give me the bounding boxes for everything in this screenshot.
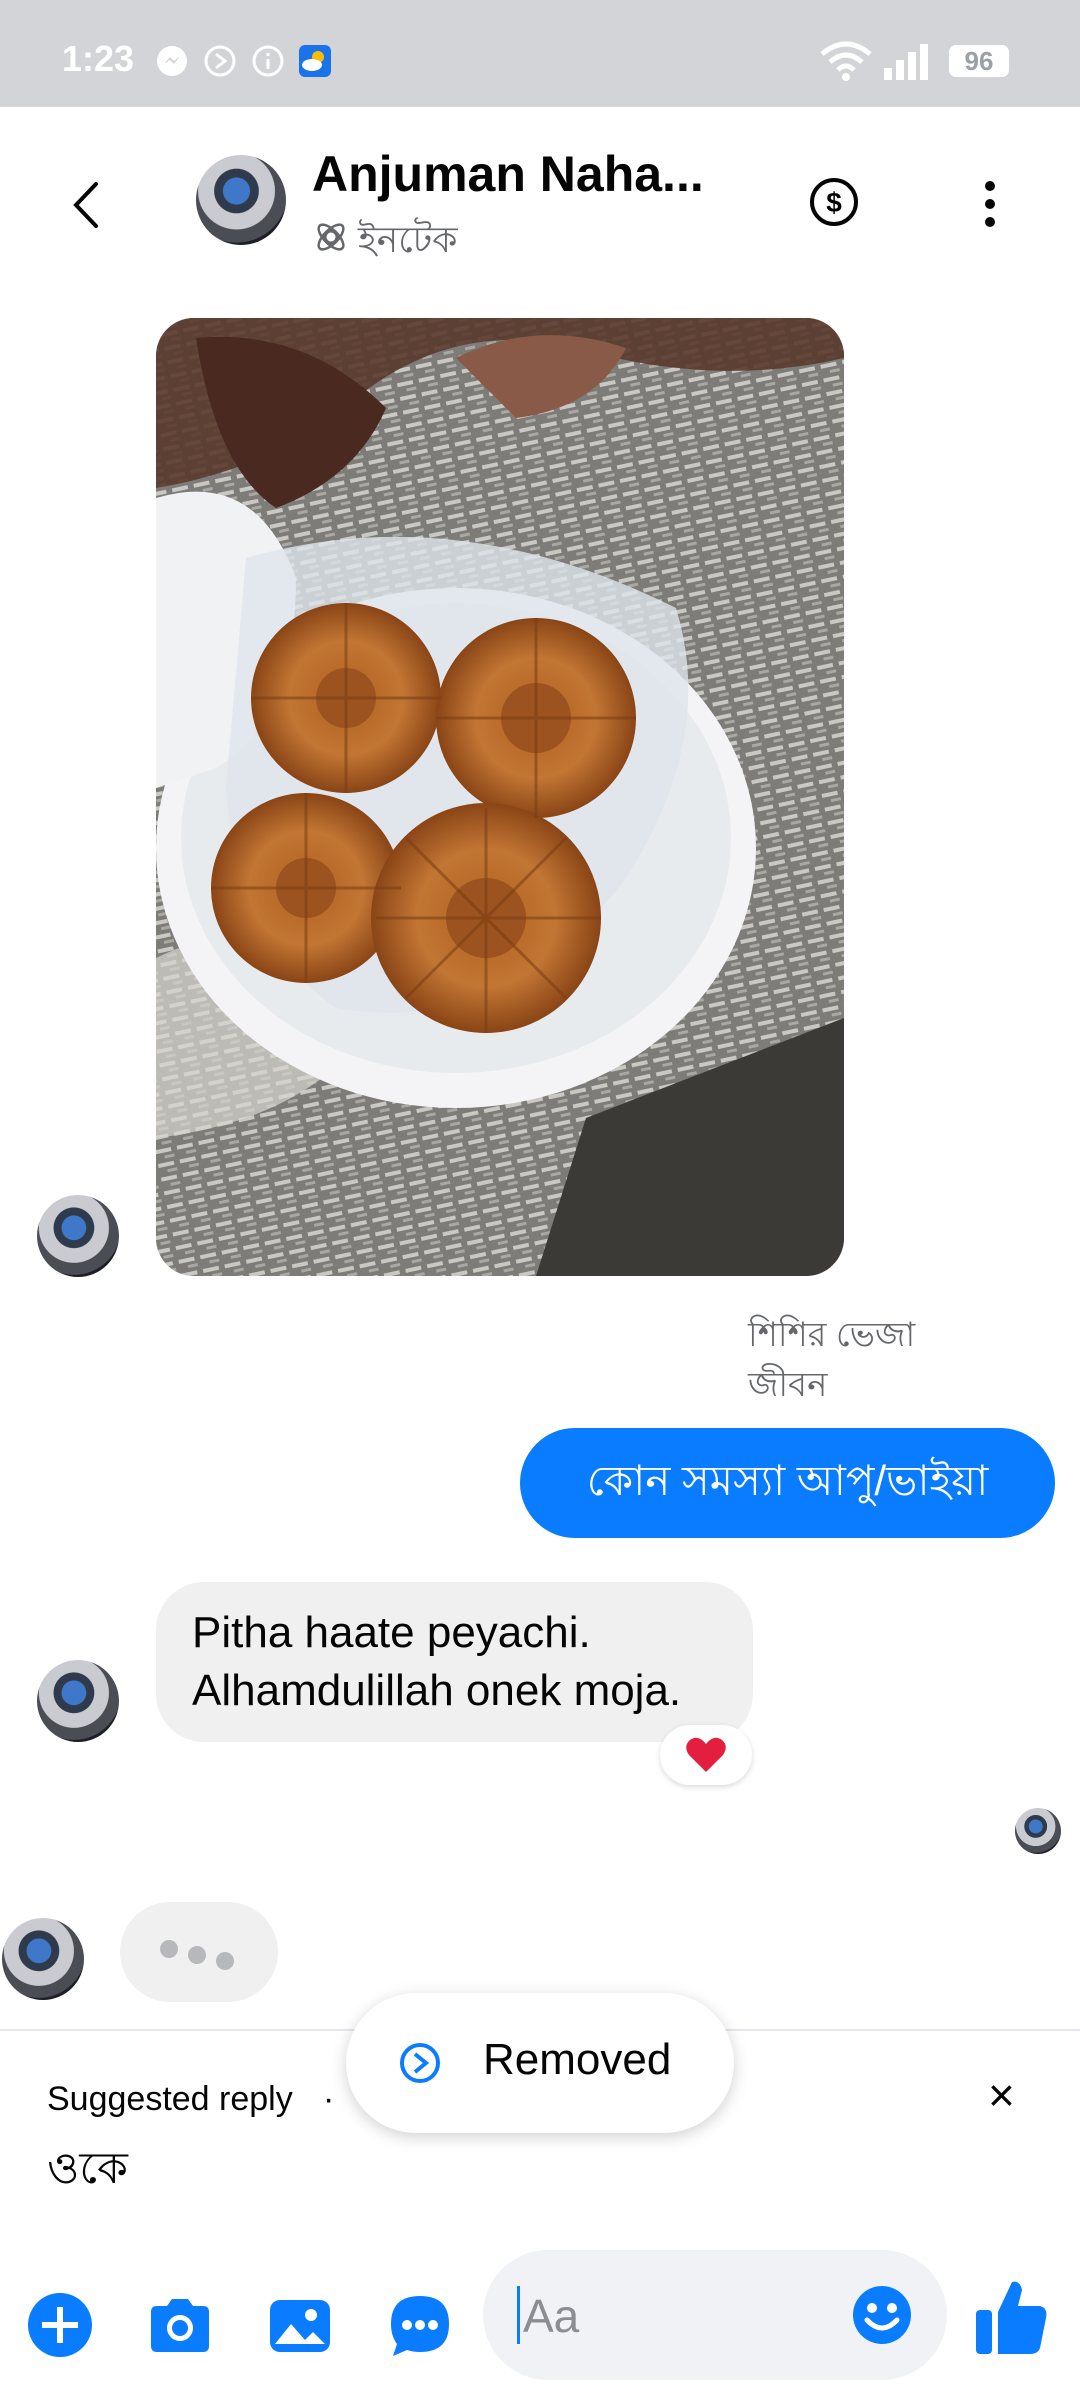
reply-caption: শিশির ভেজা জীবন (748, 1310, 915, 1410)
camera-icon[interactable] (145, 2290, 215, 2360)
weather-icon (299, 45, 331, 77)
svg-text:$: $ (826, 187, 842, 218)
suggested-reply-separator: · (323, 2080, 335, 2118)
unsend-icon (400, 2043, 440, 2083)
bubble-theme-icon (317, 223, 345, 251)
gallery-icon[interactable] (265, 2290, 335, 2360)
contact-subtitle: ইনটেক (358, 219, 458, 260)
received-line-1: Pitha haate peyachi. (192, 1608, 591, 1657)
toast-text: Removed (483, 2035, 672, 2084)
contact-avatar-small[interactable] (2, 1918, 84, 2000)
chat-apps-icon[interactable] (385, 2290, 455, 2360)
contact-avatar[interactable] (196, 155, 286, 245)
removed-toast: Removed (346, 1993, 734, 2133)
message-composer[interactable] (483, 2250, 947, 2380)
caption-line-2: জীবন (748, 1366, 828, 1404)
contact-avatar-small[interactable] (37, 1660, 119, 1742)
status-bar: 1:23 96 (0, 0, 1080, 107)
dollar-icon[interactable]: $ (808, 176, 860, 228)
contact-name[interactable]: Anjuman Naha... (312, 145, 704, 203)
caption-line-1: শিশির ভেজা (748, 1316, 916, 1354)
received-message-bubble[interactable]: Pitha haate peyachi. Alhamdulillah onek … (156, 1582, 753, 1742)
messenger-icon (157, 46, 187, 76)
signal-icon (884, 44, 928, 80)
suggested-reply-label: Suggested reply (47, 2080, 293, 2118)
contact-avatar-small[interactable] (37, 1195, 119, 1277)
photo-image (156, 318, 844, 1276)
heart-icon (686, 1737, 726, 1772)
wifi-icon (820, 41, 872, 81)
close-suggestion-button[interactable]: × (988, 2068, 1015, 2122)
shared-photo-pitha[interactable] (156, 318, 844, 1276)
heart-reaction[interactable] (660, 1725, 752, 1785)
text-caret (517, 2286, 520, 2344)
suggested-reply-chip[interactable]: ওকে (47, 2135, 128, 2208)
sent-message-bubble[interactable]: কোন সমস্যা আপু/ভাইয়া (520, 1428, 1055, 1538)
typing-indicator (120, 1902, 278, 2002)
block-icon (204, 45, 236, 77)
seen-avatar (1015, 1808, 1061, 1854)
status-time: 1:23 (62, 38, 135, 79)
plus-icon[interactable] (25, 2290, 95, 2360)
received-line-2: Alhamdulillah onek moja. (192, 1666, 682, 1715)
emoji-icon[interactable] (851, 2284, 913, 2346)
thumbs-up-icon[interactable] (972, 2276, 1050, 2358)
battery-level: 96 (949, 45, 1009, 77)
message-input[interactable] (521, 2280, 825, 2352)
back-arrow-icon[interactable] (66, 180, 106, 230)
info-icon (252, 45, 284, 77)
more-vertical-icon[interactable] (978, 178, 1002, 230)
